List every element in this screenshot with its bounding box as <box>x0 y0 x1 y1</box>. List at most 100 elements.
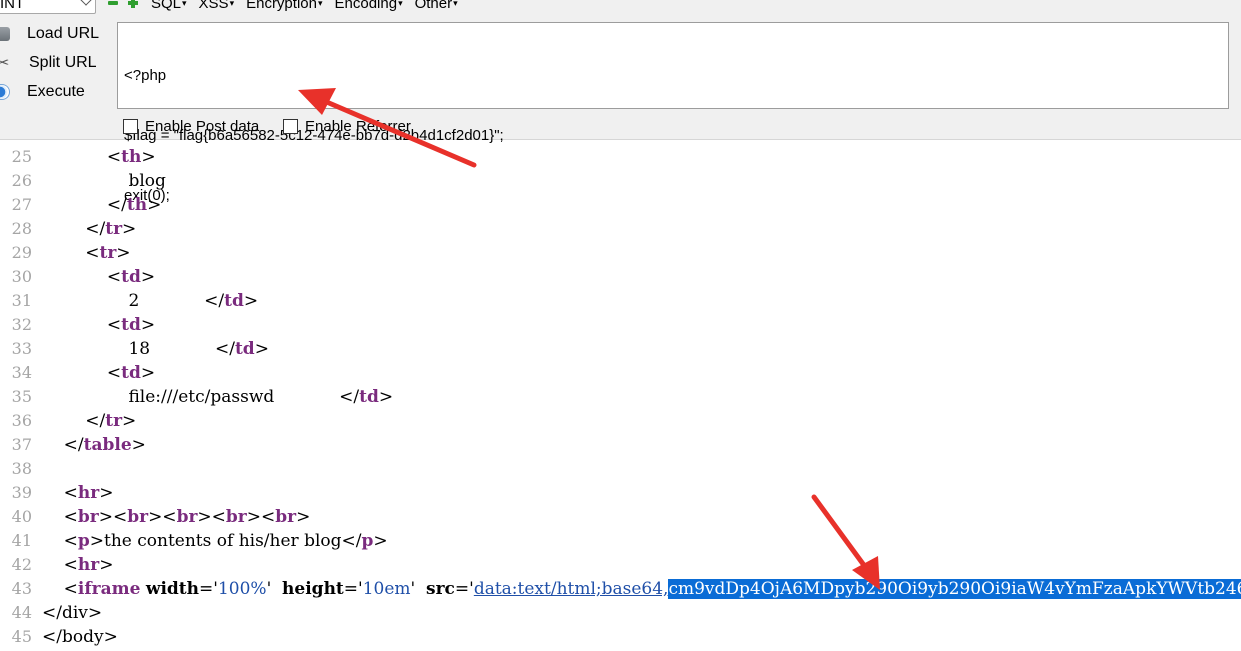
line-code: <td> <box>42 361 155 385</box>
code-tag-name: iframe <box>77 579 141 599</box>
line-number: 29 <box>11 243 32 262</box>
code-bracket: </ <box>85 219 106 239</box>
code-tag-name: br <box>225 507 247 527</box>
line-number: 45 <box>11 627 32 646</box>
page-source-view: 25 <th> 26 blog 27 </th> 28 </tr> 29 <tr> 30 … <box>0 145 1241 651</box>
code-bracket: > <box>87 603 103 623</box>
code-bracket: > <box>116 243 131 263</box>
load-url-button[interactable]: Load URL <box>0 22 99 46</box>
code-bracket: </ <box>204 291 225 311</box>
code-attr-name: src <box>426 579 455 599</box>
menu-other[interactable]: Other <box>415 0 458 12</box>
line-number: 33 <box>11 339 32 358</box>
code-bracket: < <box>63 555 78 575</box>
code-bracket: >< <box>197 507 226 527</box>
line-number: 28 <box>11 219 32 238</box>
line-code: </div> <box>42 601 102 625</box>
line-code: </table> <box>42 433 146 457</box>
code-bracket: > <box>296 507 311 527</box>
line-number: 43 <box>11 579 32 598</box>
code-bracket: > <box>89 531 105 551</box>
code-text: 18 <box>128 339 215 359</box>
hackbar-toolbar: INT SQL XSS Encryption Encoding Other Lo… <box>0 0 1241 204</box>
line-number: 39 <box>11 483 32 502</box>
code-bracket: </ <box>341 531 362 551</box>
plus-icon[interactable] <box>128 0 138 8</box>
code-tag-name: tr <box>105 411 123 431</box>
menu-encoding[interactable]: Encoding <box>335 0 403 12</box>
code-attr-value: 100% <box>217 579 267 599</box>
code-bracket: < <box>63 507 78 527</box>
code-tag-name: p <box>77 531 90 551</box>
menu-encryption[interactable]: Encryption <box>246 0 322 12</box>
line-code: </tr> <box>42 409 136 433</box>
line-number: 35 <box>11 387 32 406</box>
code-bracket: >< <box>148 507 177 527</box>
hackbar-menu-bar: SQL XSS Encryption Encoding Other <box>108 0 470 12</box>
code-tag-name: br <box>176 507 198 527</box>
code-text: body <box>61 627 104 647</box>
injection-type-select[interactable]: INT <box>0 0 96 14</box>
checkbox-label: Enable Referrer <box>305 117 411 135</box>
line-code: 2 </td> <box>42 289 258 313</box>
menu-sql[interactable]: SQL <box>151 0 187 12</box>
minus-icon[interactable] <box>108 1 118 5</box>
enable-referrer-checkbox[interactable]: Enable Referrer <box>283 117 411 135</box>
code-bracket: >< <box>98 507 128 527</box>
line-code: <tr> <box>42 241 131 265</box>
code-tag-name: th <box>121 147 142 167</box>
checkbox-label: Enable Post data <box>145 117 260 135</box>
line-code: </th> <box>42 193 161 217</box>
code-bracket: > <box>103 627 118 647</box>
code-tag-name: p <box>361 531 374 551</box>
line-number: 25 <box>11 147 32 166</box>
line-number: 26 <box>11 171 32 190</box>
enable-post-data-checkbox[interactable]: Enable Post data <box>123 117 259 135</box>
code-bracket: ' <box>410 579 426 599</box>
chevron-down-icon <box>80 0 92 6</box>
line-number: 44 <box>11 603 32 622</box>
split-url-button[interactable]: Split URL <box>0 51 97 75</box>
code-bracket: > <box>140 315 156 335</box>
code-tag-name: td <box>224 291 244 311</box>
code-tag-name: br <box>127 507 149 527</box>
code-text: div <box>61 603 88 623</box>
code-bracket: </ <box>106 195 127 215</box>
line-number: 27 <box>11 195 32 214</box>
code-link[interactable]: data:text/html;base64, <box>474 579 669 599</box>
code-selection: cm9vdDp4OjA6MDpyb290Oi9yb290Oi9iaW4vYmFz… <box>668 579 1241 599</box>
select-value: INT <box>0 0 25 12</box>
code-tag-name: table <box>83 435 132 455</box>
code-attr-value: 10em <box>362 579 411 599</box>
line-code: <br><br><br><br><br> <box>42 505 311 529</box>
code-bracket: < <box>106 315 122 335</box>
line-number: 31 <box>11 291 32 310</box>
load-url-label: Load URL <box>27 25 100 42</box>
code-bracket: </ <box>339 387 360 407</box>
scissors-icon <box>0 53 12 72</box>
code-text: blog <box>128 171 166 191</box>
code-bracket: =' <box>199 579 218 599</box>
code-bracket: > <box>140 267 156 287</box>
line-number: 40 <box>11 507 32 526</box>
line-number: 38 <box>11 459 32 478</box>
code-bracket: > <box>243 291 259 311</box>
line-number: 36 <box>11 411 32 430</box>
code-bracket: < <box>106 147 122 167</box>
load-url-icon <box>0 27 10 41</box>
checkbox-box[interactable] <box>123 118 138 134</box>
line-code: <th> <box>42 145 156 169</box>
split-url-label: Split URL <box>29 54 97 71</box>
url-textarea[interactable]: <?php $flag = "flag{b6a56582-5c12-474e-b… <box>117 22 1229 204</box>
line-code: <td> <box>42 313 155 337</box>
code-tag-name: th <box>126 195 148 215</box>
code-text: 2 <box>128 291 205 311</box>
checkbox-box[interactable] <box>283 118 298 134</box>
line-code: </body> <box>42 625 118 649</box>
line-code: <p>the contents of his/her blog</p> <box>42 529 388 553</box>
menu-xss[interactable]: XSS <box>199 0 235 12</box>
code-bracket: < <box>106 267 122 287</box>
execute-button[interactable]: Execute <box>0 80 85 104</box>
line-code: file:///etc/passwd </td> <box>42 385 393 409</box>
code-bracket: </ <box>214 339 235 359</box>
